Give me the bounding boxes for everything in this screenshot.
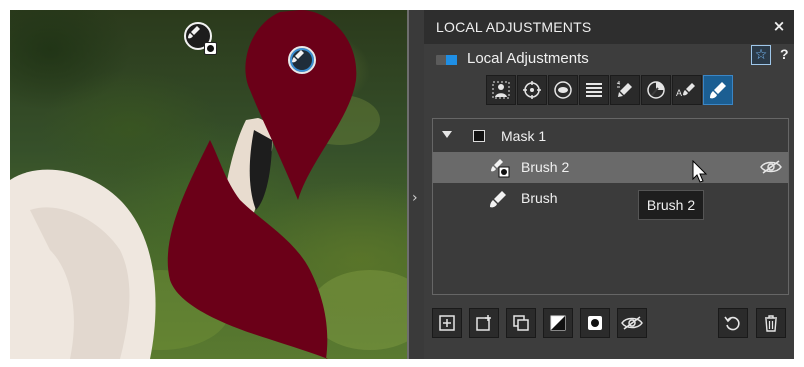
graduated-mask-icon <box>586 83 602 97</box>
sub-header: Local Adjustments <box>424 44 794 74</box>
brush-icon <box>710 82 726 99</box>
delete-button[interactable] <box>756 308 786 338</box>
brush-tool-button[interactable] <box>703 75 733 105</box>
visibility-button[interactable] <box>617 308 647 338</box>
invert-mask-button[interactable] <box>543 308 573 338</box>
control-point-icon <box>523 81 541 99</box>
mask-badge-icon <box>204 42 217 55</box>
svg-text:A: A <box>676 88 682 98</box>
auto-mask-brush-icon <box>647 81 665 99</box>
panel-header: LOCAL ADJUSTMENTS × <box>424 10 794 44</box>
control-point-tool-button[interactable] <box>517 75 547 105</box>
duplicate-button[interactable] <box>506 308 536 338</box>
invert-icon <box>550 315 566 331</box>
tooltip: Brush 2 <box>638 190 704 220</box>
brush-pin-selected[interactable] <box>288 46 316 74</box>
star-icon: ☆ <box>754 47 768 63</box>
add-layer-button[interactable] <box>469 308 499 338</box>
bottom-toolbar <box>432 308 792 338</box>
layer-row-brush[interactable]: Brush <box>433 183 788 214</box>
help-button[interactable]: ? <box>780 46 792 64</box>
add-mask-button[interactable] <box>432 308 462 338</box>
auto-brush-icon: A <box>676 83 695 98</box>
app-window: › LOCAL ADJUSTMENTS × Local Adjustments … <box>0 0 804 367</box>
local-adjustments-toggle[interactable] <box>436 55 457 65</box>
expand-arrow-icon[interactable] <box>442 131 452 138</box>
panel-title: LOCAL ADJUSTMENTS <box>436 19 592 35</box>
reset-button[interactable] <box>718 308 748 338</box>
color-picker-icon <box>616 81 632 97</box>
layer-label: Brush <box>521 190 558 206</box>
visibility-icon <box>621 316 643 330</box>
trash-icon <box>765 315 777 332</box>
brush-icon <box>188 26 200 39</box>
mask-row[interactable]: Mask 1 <box>433 121 788 152</box>
mouse-cursor-icon <box>692 160 708 183</box>
close-button[interactable]: × <box>770 16 788 36</box>
mask-tools-toolbar: A <box>486 75 733 107</box>
show-mask-button[interactable] <box>580 308 610 338</box>
show-mask-icon <box>588 316 602 330</box>
brush-icon <box>292 50 304 63</box>
bird-beak <box>249 130 272 210</box>
auto-brush-tool-button[interactable]: A <box>672 75 702 105</box>
add-mask-icon <box>439 315 455 331</box>
graduated-mask-tool-button[interactable] <box>579 75 609 105</box>
favorite-button[interactable]: ☆ <box>751 45 771 65</box>
reset-icon <box>724 316 740 331</box>
layer-row-brush-2[interactable]: Brush 2 <box>433 152 788 183</box>
brush-badge-icon <box>491 159 510 178</box>
layer-label: Brush 2 <box>521 159 570 175</box>
automask-icon <box>492 81 510 99</box>
radial-mask-tool-button[interactable] <box>548 75 578 105</box>
duplicate-icon <box>513 315 529 331</box>
panel-splitter[interactable]: › <box>407 10 424 359</box>
mask-layer-list: Mask 1 Brush 2 Brush <box>432 118 789 295</box>
canvas-artwork <box>10 10 407 359</box>
local-adjustments-panel: LOCAL ADJUSTMENTS × Local Adjustments ☆ … <box>424 10 794 359</box>
section-title: Local Adjustments <box>467 50 589 67</box>
brush-icon <box>490 191 506 208</box>
collapse-arrow-icon[interactable]: › <box>412 190 418 206</box>
add-layer-icon <box>476 315 491 331</box>
color-picker-tool-button[interactable] <box>610 75 640 105</box>
auto-mask-brush-tool-button[interactable] <box>641 75 671 105</box>
mask-checkbox[interactable] <box>473 130 485 142</box>
automask-tool-button[interactable] <box>486 75 516 105</box>
visibility-icon[interactable] <box>760 158 782 176</box>
mask-label: Mask 1 <box>501 128 547 144</box>
image-canvas[interactable] <box>10 10 407 359</box>
radial-mask-icon <box>554 81 572 99</box>
brush-2-pin[interactable] <box>184 22 217 55</box>
